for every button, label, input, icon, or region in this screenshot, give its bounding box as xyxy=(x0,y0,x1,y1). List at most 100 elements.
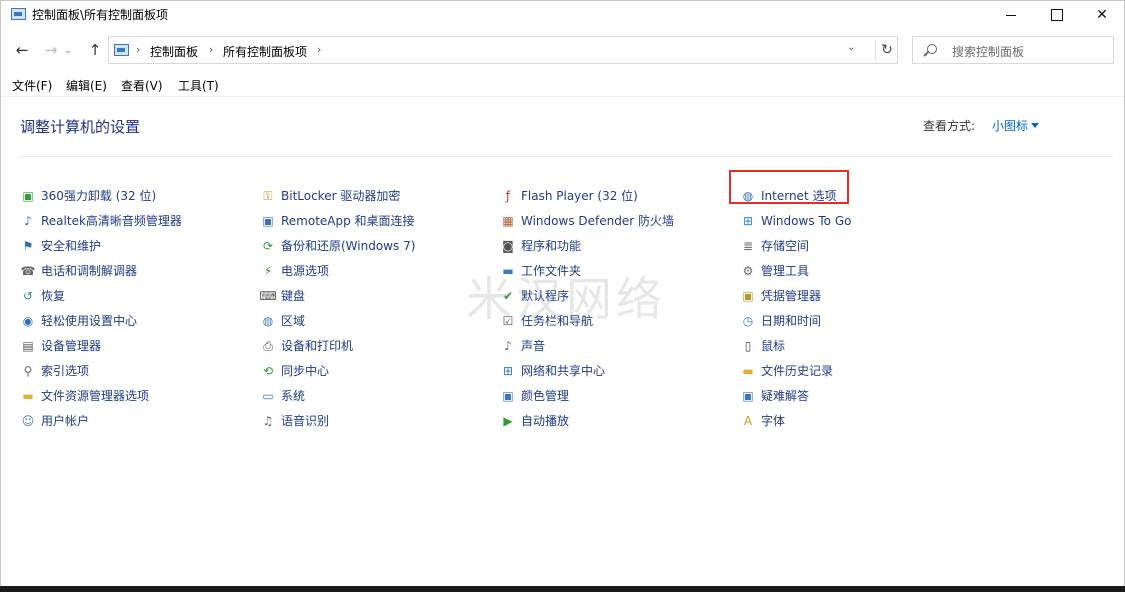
control-panel-item[interactable]: ☺ 用户帐户 xyxy=(20,408,182,433)
control-panel-item[interactable]: ▬ 文件历史记录 xyxy=(740,358,851,383)
up-button[interactable]: ↑ xyxy=(84,39,106,61)
control-panel-item[interactable]: ⟲ 同步中心 xyxy=(260,358,415,383)
menu-tools[interactable]: 工具(T) xyxy=(178,77,219,94)
item-label[interactable]: 文件历史记录 xyxy=(761,362,833,379)
item-label[interactable]: 设备管理器 xyxy=(41,337,101,354)
control-panel-item[interactable]: ☎ 电话和调制解调器 xyxy=(20,258,182,283)
breadcrumb-control-panel[interactable]: 控制面板 xyxy=(150,43,198,60)
search-placeholder: 搜索控制面板 xyxy=(952,45,1025,59)
item-label[interactable]: 日期和时间 xyxy=(761,312,821,329)
item-label[interactable]: 区域 xyxy=(281,312,305,329)
caret-down-icon xyxy=(1031,123,1040,128)
item-label[interactable]: 系统 xyxy=(281,387,305,404)
item-label[interactable]: Windows To Go xyxy=(761,214,851,228)
item-label[interactable]: 键盘 xyxy=(281,287,305,304)
control-panel-item[interactable]: ▤ 设备管理器 xyxy=(20,333,182,358)
control-panel-item[interactable]: ▣ 凭据管理器 xyxy=(740,283,851,308)
control-panel-item[interactable]: ◍ 区域 xyxy=(260,308,415,333)
menu-edit[interactable]: 编辑(E) xyxy=(66,77,107,94)
breadcrumb-separator[interactable]: › xyxy=(317,43,321,56)
menu-file[interactable]: 文件(F) xyxy=(12,77,52,94)
control-panel-item[interactable]: ◉ 轻松使用设置中心 xyxy=(20,308,182,333)
folder-options-icon: ▬ xyxy=(22,388,34,403)
device-manager-icon: ▤ xyxy=(22,338,34,353)
control-panel-item[interactable]: ⚲ 索引选项 xyxy=(20,358,182,383)
breadcrumb-separator[interactable]: › xyxy=(136,43,140,56)
control-panel-item[interactable]: ⊞ Windows To Go xyxy=(740,208,852,233)
item-label[interactable]: Windows Defender 防火墙 xyxy=(521,212,674,229)
control-panel-item[interactable]: ▣ 疑难解答 xyxy=(740,383,851,408)
menu-view[interactable]: 查看(V) xyxy=(121,77,163,94)
breadcrumb-all-items[interactable]: 所有控制面板项 xyxy=(223,43,307,60)
control-panel-item[interactable]: ▶ 自动播放 xyxy=(500,408,674,433)
search-input[interactable]: 搜索控制面板 xyxy=(912,36,1114,64)
item-label[interactable]: 安全和维护 xyxy=(41,237,101,254)
forward-button[interactable]: → xyxy=(40,39,62,61)
clock-icon: ◷ xyxy=(742,313,754,328)
control-panel-item[interactable]: ♪ 声音 xyxy=(500,333,674,358)
item-label[interactable]: BitLocker 驱动器加密 xyxy=(281,187,400,204)
item-label[interactable]: 凭据管理器 xyxy=(761,287,821,304)
item-label[interactable]: 声音 xyxy=(521,337,545,354)
item-label[interactable]: 鼠标 xyxy=(761,337,785,354)
control-panel-item[interactable]: ▣ 360强力卸载 (32 位) xyxy=(20,183,182,208)
item-label[interactable]: 语音识别 xyxy=(281,412,329,429)
address-dropdown-icon[interactable]: ⌄ xyxy=(847,42,855,53)
control-panel-item[interactable]: ⎙ 设备和打印机 xyxy=(260,333,415,358)
item-label[interactable]: 字体 xyxy=(761,412,785,429)
item-label[interactable]: 自动播放 xyxy=(521,412,569,429)
control-panel-item[interactable]: ↺ 恢复 xyxy=(20,283,182,308)
item-label[interactable]: 电话和调制解调器 xyxy=(41,262,137,279)
control-panel-item[interactable]: A 字体 xyxy=(740,408,851,433)
item-label[interactable]: Flash Player (32 位) xyxy=(521,187,638,204)
item-label[interactable]: 用户帐户 xyxy=(41,412,89,429)
control-panel-item[interactable]: ◙ 程序和功能 xyxy=(500,233,674,258)
item-label[interactable]: RemoteApp 和桌面连接 xyxy=(281,212,415,229)
control-panel-item[interactable]: ▭ 系统 xyxy=(260,383,415,408)
maximize-button[interactable] xyxy=(1034,1,1080,29)
item-label[interactable]: 同步中心 xyxy=(281,362,329,379)
item-label[interactable]: 疑难解答 xyxy=(761,387,809,404)
breadcrumb-separator[interactable]: › xyxy=(209,43,213,56)
item-label[interactable]: 备份和还原(Windows 7) xyxy=(281,237,415,254)
close-button[interactable]: ✕ xyxy=(1079,1,1125,29)
control-panel-item[interactable]: ⌨ 键盘 xyxy=(259,283,415,308)
control-panel-item[interactable]: ▯ 鼠标 xyxy=(740,333,851,358)
refresh-button[interactable]: ↻ xyxy=(875,40,898,60)
item-label[interactable]: 存储空间 xyxy=(761,237,809,254)
minimize-button[interactable] xyxy=(988,1,1034,29)
control-panel-item[interactable]: ♫ 语音识别 xyxy=(260,408,415,433)
control-panel-item[interactable]: ▦ Windows Defender 防火墙 xyxy=(500,208,674,233)
view-by-dropdown[interactable]: 小图标 xyxy=(992,117,1040,134)
control-panel-item[interactable]: ♪ Realtek高清晰音频管理器 xyxy=(20,208,182,233)
control-panel-item[interactable]: ▣ RemoteApp 和桌面连接 xyxy=(260,208,415,233)
control-panel-item[interactable]: ⚑ 安全和维护 xyxy=(20,233,182,258)
item-label[interactable]: 设备和打印机 xyxy=(281,337,353,354)
item-label[interactable]: 网络和共享中心 xyxy=(521,362,605,379)
back-button[interactable]: ← xyxy=(11,39,33,61)
firewall-icon: ▦ xyxy=(502,213,514,228)
control-panel-item[interactable]: ▣ 颜色管理 xyxy=(500,383,674,408)
recent-locations-button[interactable]: ⌄ xyxy=(61,39,75,61)
control-panel-item[interactable]: ⚿ BitLocker 驱动器加密 xyxy=(260,183,415,208)
item-label[interactable]: 颜色管理 xyxy=(521,387,569,404)
control-panel-item[interactable]: ⚡ 电源选项 xyxy=(260,258,415,283)
item-label[interactable]: 管理工具 xyxy=(761,262,809,279)
item-label[interactable]: Realtek高清晰音频管理器 xyxy=(41,212,182,229)
control-panel-item[interactable]: ▬ 文件资源管理器选项 xyxy=(20,383,182,408)
item-label[interactable]: 文件资源管理器选项 xyxy=(41,387,149,404)
item-label[interactable]: 恢复 xyxy=(41,287,65,304)
control-panel-item[interactable]: ƒ Flash Player (32 位) xyxy=(500,183,674,208)
item-label[interactable]: 电源选项 xyxy=(281,262,329,279)
item-label[interactable]: 索引选项 xyxy=(41,362,89,379)
item-label[interactable]: 轻松使用设置中心 xyxy=(41,312,137,329)
item-label[interactable]: 程序和功能 xyxy=(521,237,581,254)
control-panel-item[interactable]: ◷ 日期和时间 xyxy=(740,308,851,333)
control-panel-item[interactable]: ⚙ 管理工具 xyxy=(740,258,851,283)
control-panel-item[interactable]: ⊞ 网络和共享中心 xyxy=(500,358,674,383)
control-panel-item[interactable]: ⟳ 备份和还原(Windows 7) xyxy=(260,233,415,258)
arrow-up-icon: ↑ xyxy=(88,41,102,59)
address-bar[interactable]: › 控制面板 › 所有控制面板项 › ⌄ ↻ xyxy=(108,36,898,64)
item-label[interactable]: 360强力卸载 (32 位) xyxy=(41,187,156,204)
control-panel-item[interactable]: ≣ 存储空间 xyxy=(740,233,851,258)
